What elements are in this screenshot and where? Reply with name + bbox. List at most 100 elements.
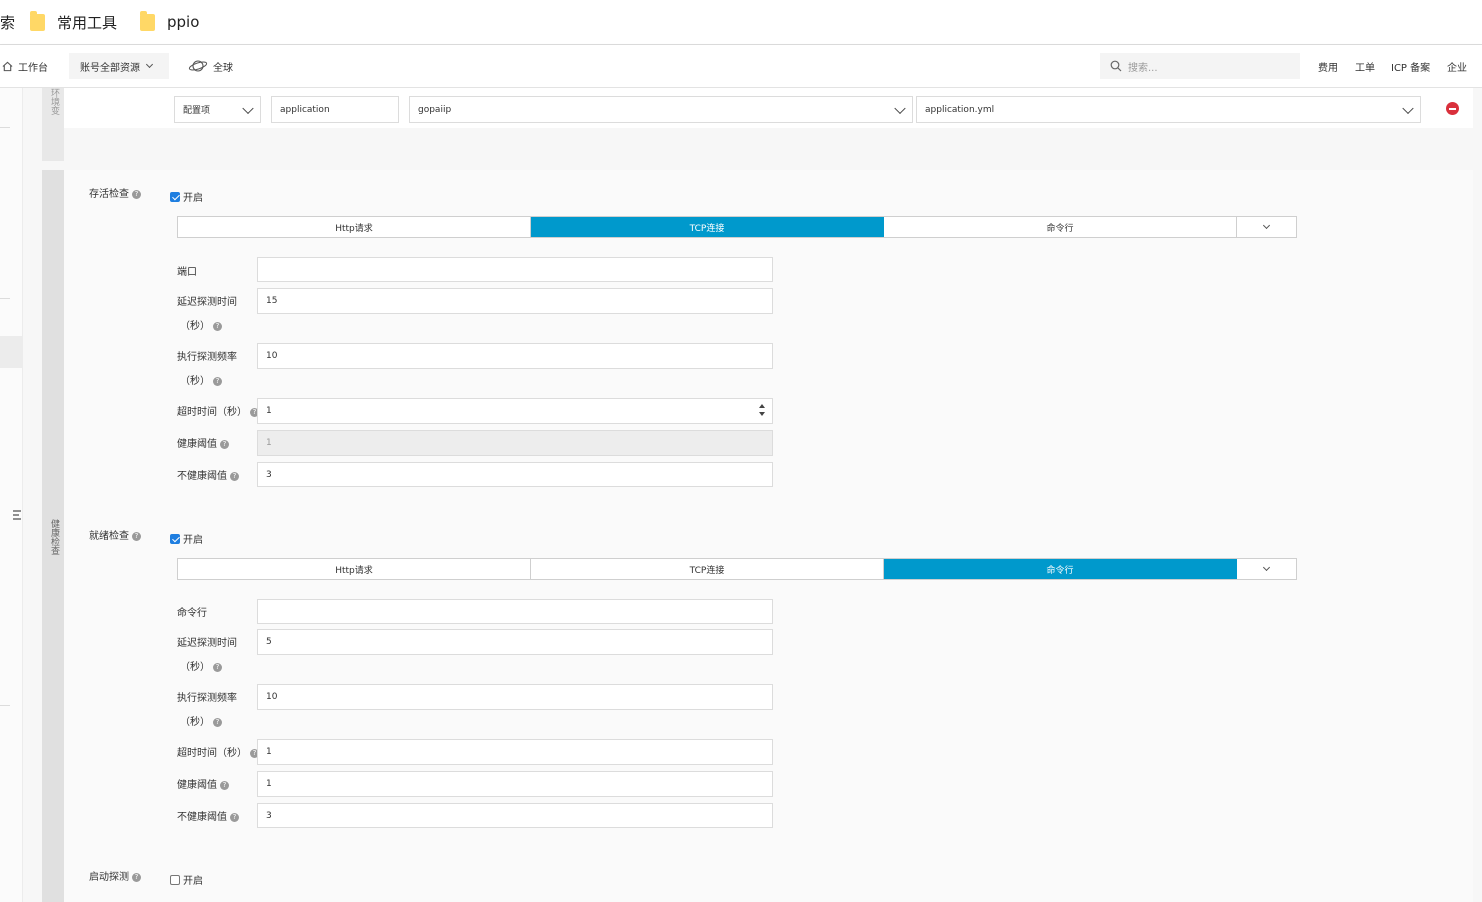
- help-icon[interactable]: ?: [132, 190, 141, 199]
- healthy-value: 1: [266, 779, 272, 789]
- env-name-input[interactable]: application: [271, 96, 399, 123]
- readiness-delay-input[interactable]: 5: [257, 629, 773, 655]
- tab-command[interactable]: 命令行: [884, 217, 1237, 237]
- help-icon[interactable]: ?: [132, 873, 141, 882]
- liveness-unhealthy-input[interactable]: 3: [257, 462, 773, 487]
- port-label: 端口: [177, 267, 197, 278]
- region-label: 全球: [213, 62, 233, 74]
- liveness-delay-input[interactable]: 15: [257, 288, 773, 314]
- readiness-unhealthy-input[interactable]: 3: [257, 803, 773, 828]
- search-icon: [1110, 60, 1122, 72]
- bookmark-truncated[interactable]: 索: [0, 12, 15, 33]
- help-icon[interactable]: ?: [220, 781, 229, 790]
- tab-http[interactable]: Http请求: [178, 217, 531, 237]
- help-icon[interactable]: ?: [132, 532, 141, 541]
- env-panel-footer: [64, 128, 1473, 161]
- env-section-label: 环境变: [49, 88, 59, 115]
- liveness-timeout-input[interactable]: 1: [257, 398, 773, 424]
- number-spinner-icon[interactable]: [758, 404, 766, 416]
- timeout-label-text: 超时时间（秒）: [177, 748, 247, 759]
- readiness-enable-label: 开启: [183, 535, 203, 546]
- remove-row-icon[interactable]: [1446, 102, 1459, 115]
- tabs-more-dropdown[interactable]: [1237, 217, 1296, 237]
- unit-text: （秒）: [180, 717, 210, 728]
- help-icon[interactable]: ?: [213, 322, 222, 331]
- bookmark-folder-tools[interactable]: 常用工具: [30, 10, 117, 34]
- enterprise-link[interactable]: 企业: [1447, 57, 1467, 75]
- folder-icon: [140, 10, 155, 31]
- chevron-down-icon: [1262, 563, 1271, 572]
- checkbox-checked-icon: [170, 533, 180, 544]
- port-input[interactable]: [257, 257, 773, 282]
- readiness-unhealthy-label: 不健康阈值?: [177, 808, 239, 823]
- search-input[interactable]: 搜索...: [1100, 53, 1300, 79]
- help-icon[interactable]: ?: [230, 472, 239, 481]
- startup-enable-checkbox[interactable]: 开启: [170, 872, 203, 887]
- readiness-delay-label: 延迟探测时间: [177, 638, 237, 649]
- env-type-select[interactable]: 配置项: [174, 96, 261, 123]
- healthy-label-text: 健康阈值: [177, 439, 217, 450]
- help-icon[interactable]: ?: [230, 813, 239, 822]
- timeout-value: 1: [266, 747, 272, 757]
- bookmarks-bar: 索 常用工具 ppio: [0, 0, 1482, 45]
- checkbox-checked-icon: [170, 191, 180, 202]
- workbench-link[interactable]: 工作台: [2, 57, 48, 75]
- nav-collapse-icon[interactable]: [12, 508, 22, 522]
- liveness-probe-tabs: Http请求 TCP连接 命令行: [177, 216, 1297, 238]
- env-file-value: application.yml: [925, 104, 995, 115]
- delay-value: 15: [266, 296, 278, 306]
- region-select[interactable]: 全球: [188, 57, 233, 75]
- icp-link[interactable]: ICP 备案: [1391, 57, 1430, 75]
- tab-http[interactable]: Http请求: [178, 559, 531, 579]
- env-file-select[interactable]: application.yml: [916, 96, 1421, 123]
- unhealthy-value: 3: [266, 469, 272, 480]
- help-icon[interactable]: ?: [213, 377, 222, 386]
- liveness-enable-checkbox[interactable]: 开启: [170, 189, 203, 204]
- tab-tcp[interactable]: TCP连接: [531, 559, 884, 579]
- env-config-select[interactable]: gopaiip: [409, 96, 913, 123]
- liveness-title-text: 存活检查: [89, 189, 129, 200]
- ticket-link[interactable]: 工单: [1355, 57, 1375, 75]
- liveness-period-label: 执行探测频率: [177, 352, 237, 363]
- unhealthy-label-text: 不健康阈值: [177, 812, 227, 823]
- readiness-timeout-input[interactable]: 1: [257, 739, 773, 765]
- search-placeholder: 搜索...: [1128, 62, 1158, 74]
- help-icon[interactable]: ?: [213, 663, 222, 672]
- startup-title-text: 启动探测: [89, 872, 129, 883]
- unhealthy-value: 3: [266, 810, 272, 821]
- liveness-healthy-input: 1: [257, 430, 773, 456]
- chevron-down-icon: [1262, 221, 1271, 230]
- liveness-healthy-label: 健康阈值?: [177, 435, 229, 450]
- tab-tcp[interactable]: TCP连接: [531, 217, 884, 237]
- readiness-period-unit: （秒）?: [180, 713, 222, 728]
- timeout-value: 1: [266, 406, 272, 416]
- readiness-title: 就绪检查?: [89, 527, 141, 542]
- chevron-down-icon: [145, 60, 154, 69]
- nav-item-selected[interactable]: [0, 336, 22, 368]
- account-scope-select[interactable]: 账号全部资源: [69, 53, 169, 79]
- help-icon[interactable]: ?: [220, 440, 229, 449]
- unit-text: （秒）: [180, 321, 210, 332]
- command-input[interactable]: [257, 599, 773, 624]
- home-icon: [2, 61, 13, 71]
- readiness-delay-unit: （秒）?: [180, 658, 222, 673]
- period-value: 10: [266, 351, 278, 361]
- liveness-period-input[interactable]: 10: [257, 343, 773, 369]
- nav-divider: [0, 298, 10, 299]
- readiness-enable-checkbox[interactable]: 开启: [170, 531, 203, 546]
- help-icon[interactable]: ?: [213, 718, 222, 727]
- tab-command[interactable]: 命令行: [884, 559, 1237, 579]
- chevron-down-icon: [1402, 102, 1414, 114]
- bookmark-label: 常用工具: [57, 13, 118, 32]
- bookmark-folder-ppio[interactable]: ppio: [140, 10, 199, 34]
- timeout-label-text: 超时时间（秒）: [177, 407, 247, 418]
- tabs-more-dropdown[interactable]: [1237, 559, 1296, 579]
- readiness-healthy-input[interactable]: 1: [257, 771, 773, 797]
- billing-link[interactable]: 费用: [1318, 57, 1338, 75]
- delay-value: 5: [266, 637, 272, 647]
- env-type-value: 配置项: [183, 106, 211, 116]
- env-section-bar: 环境变: [42, 88, 64, 161]
- liveness-delay-label: 延迟探测时间: [177, 297, 237, 308]
- readiness-period-label: 执行探测频率: [177, 693, 237, 704]
- readiness-period-input[interactable]: 10: [257, 684, 773, 710]
